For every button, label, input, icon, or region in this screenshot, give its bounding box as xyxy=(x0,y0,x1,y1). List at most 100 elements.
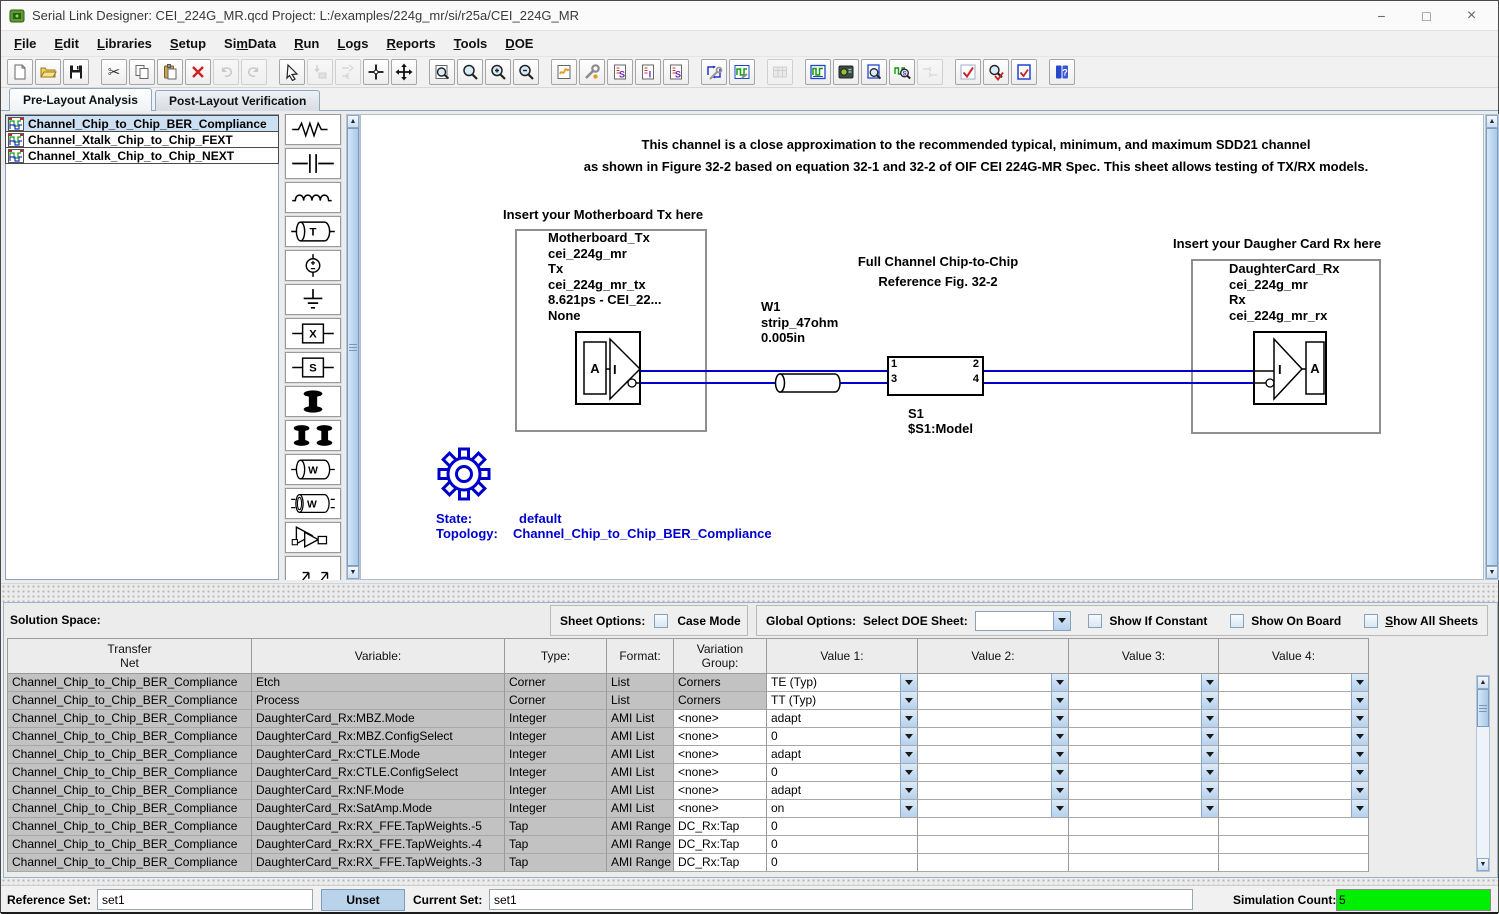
value-dropdown-button[interactable] xyxy=(900,674,917,691)
cell-value2[interactable] xyxy=(918,674,1069,692)
cell-value4[interactable] xyxy=(1219,782,1369,800)
cell-value1[interactable]: TE (Typ) xyxy=(767,674,918,692)
pan-button[interactable] xyxy=(391,59,417,85)
value-dropdown-button[interactable] xyxy=(1201,782,1218,799)
column-header-5[interactable]: Value 1: xyxy=(767,638,918,674)
menu-setup[interactable]: Setup xyxy=(161,34,215,53)
via-symbol-button[interactable] xyxy=(285,386,341,417)
x-element-symbol-button[interactable]: X xyxy=(285,318,341,349)
scroll-down-icon[interactable]: ▼ xyxy=(347,566,359,579)
close-button[interactable]: × xyxy=(1449,1,1494,31)
menu-libraries[interactable]: Libraries xyxy=(88,34,161,53)
cell-value3[interactable] xyxy=(1069,692,1219,710)
cell-value1[interactable]: adapt xyxy=(767,782,918,800)
tree-item-2[interactable]: Channel_Xtalk_Chip_to_Chip_NEXT xyxy=(5,147,279,164)
cut-button[interactable]: ✂ xyxy=(101,59,127,85)
validate-report-button[interactable] xyxy=(1011,59,1037,85)
value-dropdown-button[interactable] xyxy=(1351,692,1368,709)
save-button[interactable] xyxy=(63,59,89,85)
value-dropdown-button[interactable] xyxy=(1351,764,1368,781)
value-dropdown-button[interactable] xyxy=(900,692,917,709)
value-dropdown-button[interactable] xyxy=(900,746,917,763)
cell-value3[interactable] xyxy=(1069,800,1219,818)
waveform-viewer-button[interactable] xyxy=(805,59,831,85)
scroll-down-icon[interactable]: ▼ xyxy=(1477,858,1489,871)
tree-item-1[interactable]: Channel_Xtalk_Chip_to_Chip_FEXT xyxy=(5,131,279,148)
value-dropdown-button[interactable] xyxy=(1051,800,1068,817)
column-header-6[interactable]: Value 2: xyxy=(918,638,1069,674)
value-dropdown-button[interactable] xyxy=(1201,674,1218,691)
cell-value2[interactable] xyxy=(918,692,1069,710)
column-header-2[interactable]: Type: xyxy=(505,638,607,674)
inductor-symbol-button[interactable] xyxy=(285,182,341,213)
maximize-button[interactable]: □ xyxy=(1404,1,1449,31)
value-dropdown-button[interactable] xyxy=(1051,692,1068,709)
minimize-button[interactable]: − xyxy=(1359,1,1404,31)
horizontal-splitter-2[interactable] xyxy=(1,878,1498,885)
menu-run[interactable]: Run xyxy=(285,34,328,53)
tline-symbol-button[interactable]: T xyxy=(285,216,341,247)
io-buffer-symbol-button[interactable] xyxy=(285,522,341,553)
value-dropdown-button[interactable] xyxy=(1051,746,1068,763)
zoom-in-button[interactable] xyxy=(485,59,511,85)
show-all-sheets-checkbox[interactable] xyxy=(1364,614,1378,628)
menu-doe[interactable]: DOE xyxy=(496,34,542,53)
column-header-7[interactable]: Value 3: xyxy=(1069,638,1219,674)
validate-button[interactable] xyxy=(955,59,981,85)
cell-value2[interactable] xyxy=(918,764,1069,782)
value-dropdown-button[interactable] xyxy=(900,764,917,781)
tab-post-layout-verification[interactable]: Post-Layout Verification xyxy=(155,90,320,111)
paste-button[interactable] xyxy=(157,59,183,85)
cell-value4[interactable] xyxy=(1219,764,1369,782)
tree-item-0[interactable]: Channel_Chip_to_Chip_BER_Compliance xyxy=(5,115,279,132)
value-dropdown-button[interactable] xyxy=(1351,728,1368,745)
cell-value1[interactable]: adapt xyxy=(767,746,918,764)
value-dropdown-button[interactable] xyxy=(1201,800,1218,817)
value-dropdown-button[interactable] xyxy=(900,710,917,727)
cell-value2[interactable] xyxy=(918,782,1069,800)
menu-edit[interactable]: Edit xyxy=(45,34,88,53)
via-pair-symbol-button[interactable] xyxy=(285,420,341,451)
value-dropdown-button[interactable] xyxy=(1201,746,1218,763)
simulate-sheet-button[interactable] xyxy=(551,59,577,85)
reference-set-input[interactable] xyxy=(97,889,313,910)
cell-value1[interactable]: 0 xyxy=(767,764,918,782)
cell-value1[interactable]: TT (Typ) xyxy=(767,692,918,710)
cell-value2[interactable] xyxy=(918,746,1069,764)
cell-value4[interactable] xyxy=(1219,710,1369,728)
doc-inspect-button[interactable] xyxy=(861,59,887,85)
report-s2-button[interactable]: S xyxy=(663,59,689,85)
value-dropdown-button[interactable] xyxy=(1201,692,1218,709)
menu-tools[interactable]: Tools xyxy=(445,34,497,53)
value-dropdown-button[interactable] xyxy=(1051,728,1068,745)
ground-symbol-button[interactable] xyxy=(285,284,341,315)
show-on-board-checkbox[interactable] xyxy=(1230,614,1244,628)
chevron-down-icon[interactable] xyxy=(1053,612,1070,630)
cell-value4[interactable] xyxy=(1219,674,1369,692)
report-i-button[interactable]: I xyxy=(635,59,661,85)
column-header-8[interactable]: Value 4: xyxy=(1219,638,1369,674)
new-button[interactable] xyxy=(7,59,33,85)
report-s-button[interactable]: S xyxy=(607,59,633,85)
column-header-1[interactable]: Variable: xyxy=(252,638,505,674)
wizard-button[interactable] xyxy=(579,59,605,85)
value-dropdown-button[interactable] xyxy=(1201,728,1218,745)
zoom-button[interactable] xyxy=(457,59,483,85)
value-dropdown-button[interactable] xyxy=(1201,710,1218,727)
help-button[interactable]: ? xyxy=(1049,59,1075,85)
schematic-canvas[interactable]: This channel is a close approximation to… xyxy=(360,114,1484,580)
cell-value3[interactable] xyxy=(1069,710,1219,728)
value-dropdown-button[interactable] xyxy=(1351,746,1368,763)
table-scrollbar[interactable]: ▲ ▼ xyxy=(1476,675,1490,872)
tab-pre-layout-analysis[interactable]: Pre-Layout Analysis xyxy=(9,88,152,111)
s-element-symbol-button[interactable]: S xyxy=(285,352,341,383)
wline-symbol-button[interactable]: W xyxy=(285,454,341,485)
value-dropdown-button[interactable] xyxy=(1201,764,1218,781)
scroll-up-icon[interactable]: ▲ xyxy=(1486,115,1498,128)
value-dropdown-button[interactable] xyxy=(900,800,917,817)
copy-button[interactable] xyxy=(129,59,155,85)
menu-file[interactable]: File xyxy=(5,34,45,53)
value-dropdown-button[interactable] xyxy=(1051,764,1068,781)
crosshair-button[interactable] xyxy=(363,59,389,85)
capacitor-symbol-button[interactable] xyxy=(285,148,341,179)
